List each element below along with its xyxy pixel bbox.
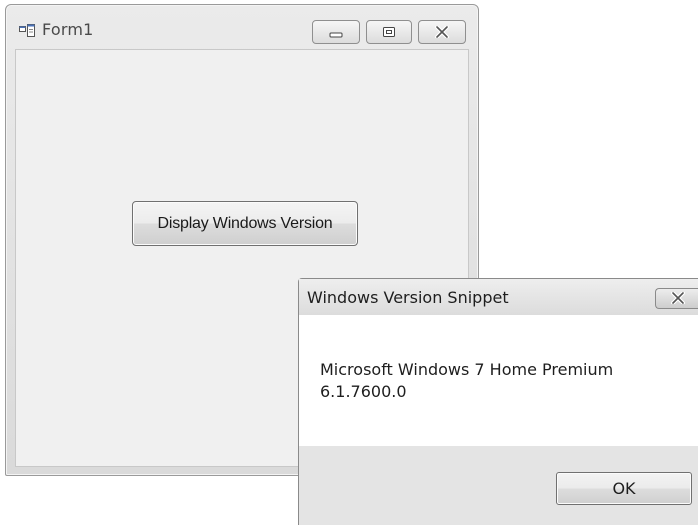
message-box: Windows Version Snippet Microsoft Window… [298, 278, 698, 525]
maximize-button[interactable] [366, 20, 412, 44]
display-windows-version-button[interactable]: Display Windows Version [132, 201, 358, 246]
maximize-icon [382, 23, 396, 42]
form-icon [19, 23, 35, 37]
minimize-button[interactable] [312, 20, 360, 44]
form1-title: Form1 [42, 20, 94, 39]
message-box-title: Windows Version Snippet [307, 288, 509, 307]
message-text-line-2: 6.1.7600.0 [320, 382, 407, 401]
message-box-content: Microsoft Windows 7 Home Premium 6.1.760… [299, 315, 698, 446]
message-box-titlebar[interactable]: Windows Version Snippet [299, 279, 698, 315]
close-icon [670, 289, 686, 308]
close-button[interactable] [418, 20, 466, 44]
message-text-line-1: Microsoft Windows 7 Home Premium [320, 360, 614, 379]
message-box-close-button[interactable] [655, 288, 698, 309]
form1-titlebar[interactable]: Form1 [6, 5, 478, 49]
minimize-icon [328, 23, 344, 42]
close-icon [434, 23, 450, 42]
ok-button[interactable]: OK [556, 472, 692, 505]
